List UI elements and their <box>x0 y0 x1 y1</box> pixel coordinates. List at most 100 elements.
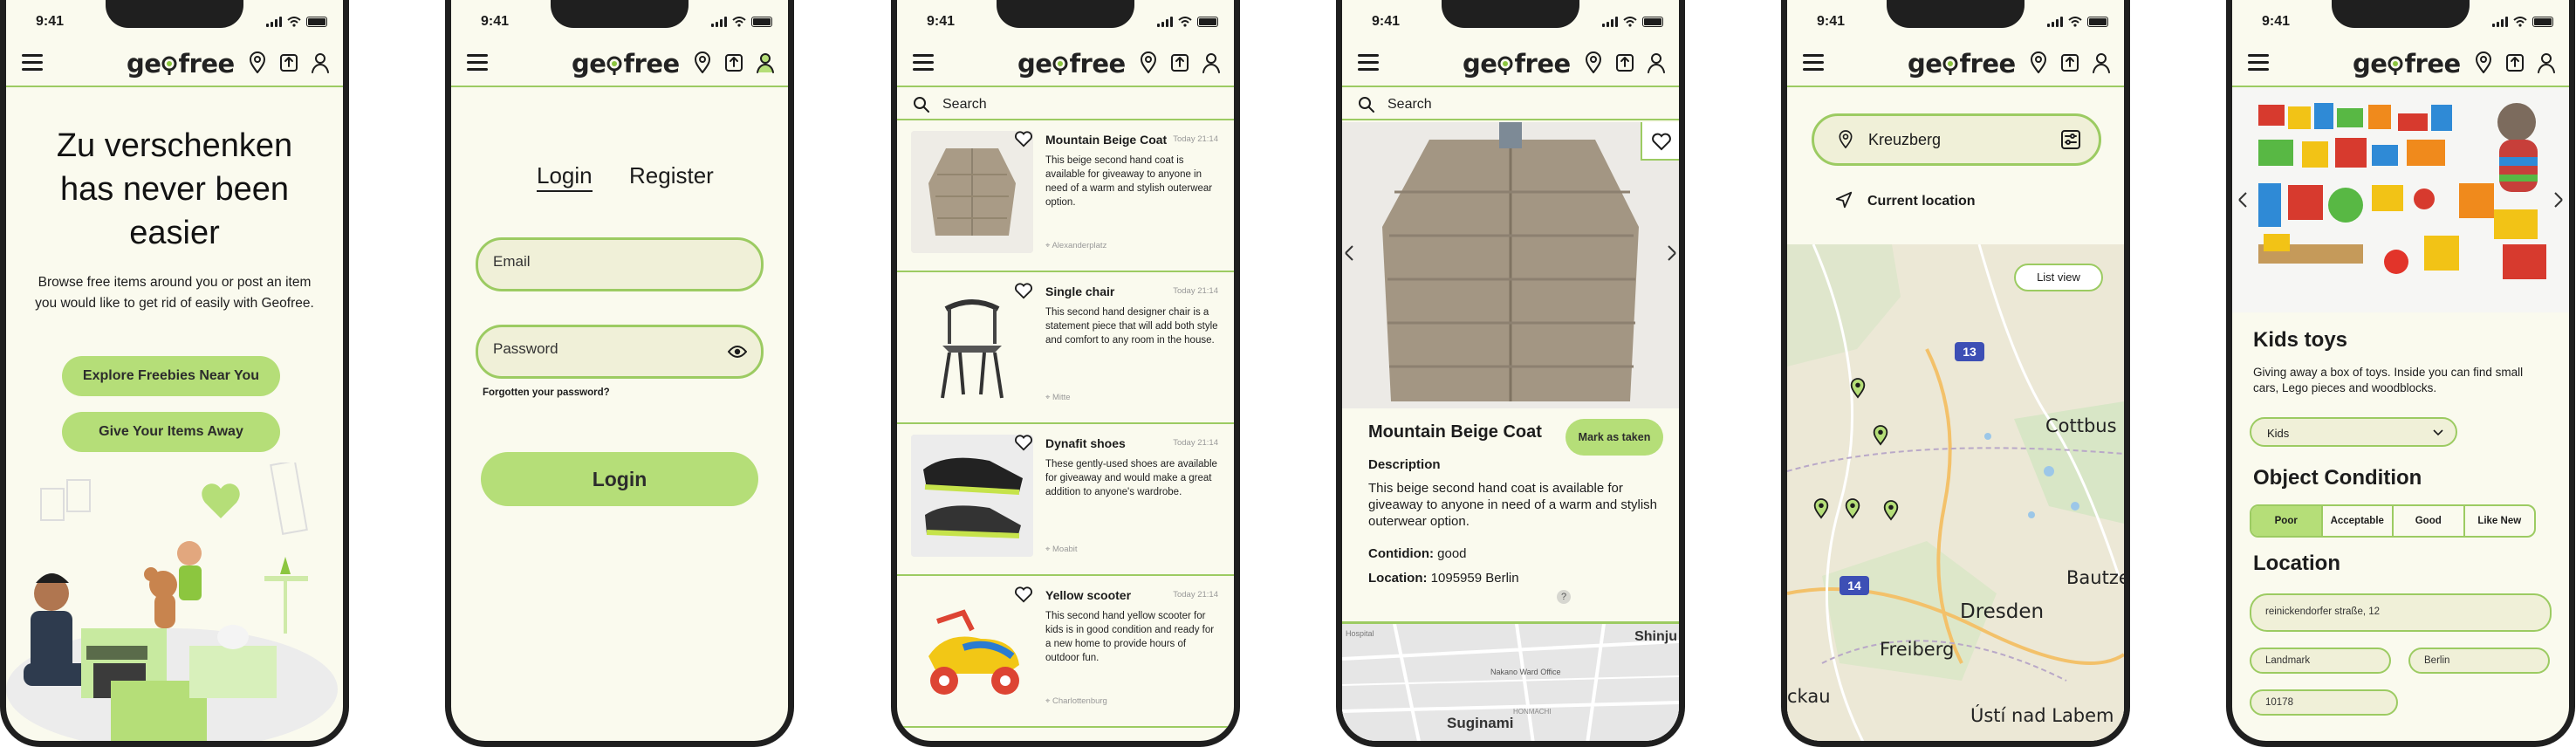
app-logo[interactable]: ge free <box>1908 49 2016 79</box>
app-logo[interactable]: ge free <box>1463 49 1571 79</box>
condition-selector[interactable]: Poor Acceptable Good Like New <box>2250 504 2536 538</box>
landmark-field[interactable]: Landmark <box>2250 648 2391 674</box>
condition-like-new[interactable]: Like New <box>2465 506 2535 536</box>
menu-icon[interactable] <box>22 54 43 72</box>
wifi-icon <box>732 17 746 27</box>
top-nav: ge free <box>1342 45 1679 87</box>
upload-icon[interactable] <box>1614 51 1635 75</box>
status-time: 9:41 <box>1817 14 1846 29</box>
upload-icon[interactable] <box>278 51 299 75</box>
user-icon[interactable] <box>2091 51 2112 75</box>
list-item[interactable]: Yellow scooter Today 21:14 This second h… <box>897 578 1234 728</box>
wifi-icon <box>287 17 301 27</box>
menu-icon[interactable] <box>1358 54 1379 72</box>
current-location-button[interactable]: Current location <box>1867 194 1976 209</box>
location-search-input[interactable]: Kreuzberg <box>1812 113 2101 166</box>
list-item[interactable]: Single chair Today 21:14 This second han… <box>897 274 1234 424</box>
search-icon <box>914 97 929 113</box>
item-title[interactable]: Mountain Beige Coat <box>1045 133 1167 147</box>
map-label: Suginami <box>1447 715 1514 731</box>
upload-icon[interactable] <box>2504 51 2525 75</box>
email-field[interactable]: Email <box>476 237 764 291</box>
status-bar: 9:41 <box>6 14 343 31</box>
user-icon-active[interactable] <box>755 51 776 75</box>
item-date: Today 21:14 <box>1173 286 1218 296</box>
heart-icon[interactable] <box>1014 129 1033 148</box>
condition-poor[interactable]: Poor <box>2251 506 2323 536</box>
search-input[interactable]: Search <box>1342 89 1679 120</box>
search-input[interactable]: Search <box>897 89 1234 120</box>
zip-field[interactable]: 10178 <box>2250 689 2398 716</box>
app-logo[interactable]: ge free <box>2353 49 2461 79</box>
app-logo[interactable]: ge free <box>572 49 680 79</box>
user-icon[interactable] <box>2536 51 2557 75</box>
item-description: This beige second hand coat is available… <box>1045 155 1213 208</box>
favorite-button[interactable] <box>1641 122 1679 161</box>
explore-button[interactable]: Explore Freebies Near You <box>62 356 280 396</box>
map-marker-icon[interactable] <box>1881 499 1901 522</box>
category-select[interactable]: Kids <box>2250 417 2457 447</box>
menu-icon[interactable] <box>913 54 934 72</box>
map-marker-icon[interactable] <box>1843 497 1862 520</box>
tab-login[interactable]: Login <box>537 162 593 192</box>
app-logo[interactable]: ge free <box>127 49 235 79</box>
map-pin-icon[interactable] <box>1138 51 1159 75</box>
menu-icon[interactable] <box>467 54 488 72</box>
user-icon[interactable] <box>1646 51 1667 75</box>
app-logo[interactable]: ge free <box>1017 49 1126 79</box>
item-title[interactable]: Dynafit shoes <box>1045 436 1126 450</box>
navigation-arrow-icon[interactable] <box>1834 190 1853 209</box>
list-item[interactable]: Mountain Beige Coat Today 21:14 This bei… <box>897 122 1234 272</box>
mark-taken-button[interactable]: Mark as taken <box>1565 419 1663 456</box>
toys-photo[interactable] <box>2232 87 2569 312</box>
heart-icon[interactable] <box>1014 585 1033 604</box>
menu-icon[interactable] <box>1803 54 1824 72</box>
status-bar: 9:41 <box>897 14 1234 31</box>
map-pin-icon[interactable] <box>247 51 268 75</box>
eye-icon[interactable] <box>728 345 747 359</box>
map-marker-icon[interactable] <box>1848 377 1867 400</box>
heart-icon[interactable] <box>1014 433 1033 452</box>
tab-register[interactable]: Register <box>629 162 714 189</box>
item-title[interactable]: Single chair <box>1045 284 1114 298</box>
map-view[interactable]: 13 14 Cottbus Bautze Dresden Freiberg Ús… <box>1787 244 2124 741</box>
map-marker-icon[interactable] <box>1871 424 1890 447</box>
map-pin-icon[interactable] <box>692 51 713 75</box>
status-time: 9:41 <box>36 14 65 29</box>
upload-icon[interactable] <box>2059 51 2080 75</box>
battery-icon <box>751 17 772 27</box>
street-field[interactable]: reinickendorfer straße, 12 <box>2250 593 2552 632</box>
login-button[interactable]: Login <box>481 452 758 506</box>
help-icon[interactable]: ? <box>1557 590 1571 604</box>
menu-icon[interactable] <box>2248 54 2269 72</box>
list-item[interactable]: Dynafit shoes Today 21:14 These gently-u… <box>897 426 1234 576</box>
give-items-button[interactable]: Give Your Items Away <box>62 412 280 452</box>
password-field[interactable]: Password <box>476 325 764 379</box>
upload-icon[interactable] <box>723 51 744 75</box>
item-date: Today 21:14 <box>1173 590 1218 600</box>
user-icon[interactable] <box>1201 51 1222 75</box>
map-marker-icon[interactable] <box>1812 497 1831 520</box>
filter-icon[interactable] <box>2060 129 2081 150</box>
city-field[interactable]: Berlin <box>2408 648 2550 674</box>
upload-icon[interactable] <box>1169 51 1190 75</box>
user-icon[interactable] <box>310 51 331 75</box>
map-pin-icon[interactable] <box>2028 51 2049 75</box>
list-view-button[interactable]: List view <box>2014 264 2103 291</box>
mini-map[interactable]: Hospital Shinju Nakano Ward Office Sugin… <box>1342 621 1679 741</box>
heart-icon[interactable] <box>1014 281 1033 300</box>
forgot-password-link[interactable]: Forgotten your password? <box>483 387 610 398</box>
top-nav: ge free <box>451 45 788 87</box>
wifi-icon <box>2068 17 2082 27</box>
condition-acceptable[interactable]: Acceptable <box>2323 506 2394 536</box>
road-number: 13 <box>1955 342 1984 361</box>
battery-icon <box>2532 17 2553 27</box>
item-date: Today 21:14 <box>1173 438 1218 448</box>
map-pin-icon[interactable] <box>1583 51 1604 75</box>
top-nav: ge free <box>6 45 343 87</box>
item-photo[interactable] <box>1342 122 1679 408</box>
map-pin-icon[interactable] <box>2473 51 2494 75</box>
battery-icon <box>306 17 327 27</box>
item-title[interactable]: Yellow scooter <box>1045 588 1131 602</box>
condition-good[interactable]: Good <box>2394 506 2465 536</box>
